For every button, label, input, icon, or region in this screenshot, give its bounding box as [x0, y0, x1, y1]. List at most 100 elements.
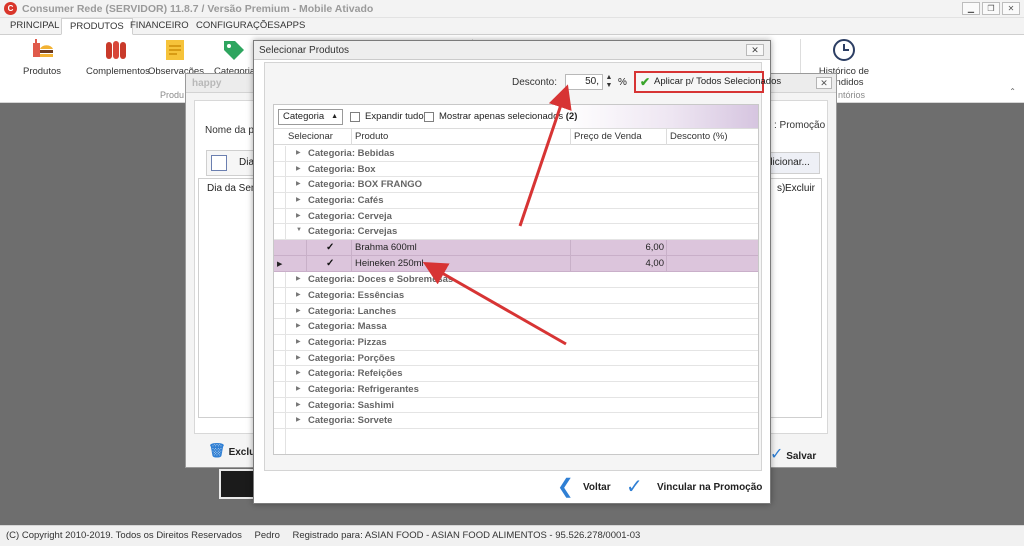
selected-count: (2) [565, 111, 578, 122]
show-selected-text: Mostrar apenas selecionados [439, 111, 564, 122]
sticky-note-icon [162, 37, 188, 63]
expand-icon[interactable]: ▶ [296, 354, 301, 361]
group-row[interactable]: ▶ Categoria: Porções [274, 351, 758, 367]
product-price: 6,00 [645, 242, 665, 254]
column-divider [570, 129, 571, 145]
group-row[interactable]: ▶ Categoria: Refrigerantes [274, 382, 758, 398]
link-promotion-label: Vincular na Promoção [657, 482, 763, 493]
tab-principal[interactable]: PRINCIPAL [2, 18, 67, 35]
discount-spinner[interactable]: ▲ ▼ [603, 74, 615, 90]
expand-all-label: Expandir tudo [365, 111, 424, 122]
group-row[interactable]: ▶ Categoria: Refeições [274, 366, 758, 382]
delete-button-label: Exclu [228, 447, 256, 458]
group-row[interactable]: ▶ Categoria: Lanches [274, 304, 758, 320]
expand-icon[interactable]: ▶ [296, 307, 301, 314]
ribbon-produtos-label: Produtos [22, 66, 62, 77]
group-row[interactable]: ▶ Categoria: Bebidas [274, 146, 758, 162]
background-window-close-button[interactable]: ✕ [816, 77, 832, 89]
col-selecionar[interactable]: Selecionar [288, 131, 333, 142]
ribbon-observacoes-button[interactable]: Observações [148, 37, 204, 77]
discount-input[interactable]: 50, [565, 74, 603, 90]
dialog-title: Selecionar Produtos [254, 41, 770, 60]
cell-divider [570, 240, 571, 257]
group-label: Categoria: Bebidas [308, 148, 395, 159]
group-label: Categoria: Porções [308, 352, 396, 364]
grid-toolbar: Categoria ▲ Expandir tudo Mostrar apenas… [274, 105, 758, 129]
group-row[interactable]: ▶ Categoria: Essências [274, 288, 758, 304]
ribbon-collapse-icon[interactable]: ⌃ [1009, 87, 1016, 96]
group-row[interactable]: ▶ Categoria: Sorvete [274, 413, 758, 429]
show-selected-checkbox[interactable] [424, 112, 434, 122]
group-row[interactable]: ▶ Categoria: BOX FRANGO [274, 177, 758, 194]
col-produto[interactable]: Produto [355, 131, 388, 142]
back-button[interactable]: ❮ Voltar [557, 477, 617, 499]
close-button[interactable]: ✕ [1002, 2, 1020, 15]
tab-financeiro[interactable]: FINANCEIRO [122, 18, 197, 35]
select-checkbox[interactable]: ✓ [326, 243, 336, 253]
group-row[interactable]: ▶ Categoria: Doces e Sobremesas [274, 272, 758, 288]
expand-icon[interactable]: ▶ [296, 416, 301, 423]
back-button-label: Voltar [583, 482, 611, 493]
dialog-close-button[interactable]: ✕ [746, 44, 764, 56]
expand-icon[interactable]: ▶ [296, 322, 301, 329]
product-row[interactable]: ▶ ✓ Heineken 250ml 4,00 [274, 256, 758, 273]
group-by-select[interactable]: Categoria ▲ [278, 109, 343, 125]
check-icon: ✔ [640, 75, 651, 89]
ribbon-produtos-button[interactable]: Produtos [20, 37, 64, 77]
group-label: Categoria: Doces e Sobremesas [308, 274, 454, 286]
expand-icon[interactable]: ▶ [296, 401, 301, 408]
delete-button[interactable]: 🗑 Exclu [208, 442, 255, 459]
group-row[interactable]: ▶ Categoria: Pizzas [274, 335, 758, 351]
burger-icon [29, 37, 55, 63]
select-checkbox[interactable]: ✓ [326, 259, 336, 269]
product-row[interactable]: ✓ Brahma 600ml 6,00 [274, 240, 758, 257]
group-label: Categoria: Box [308, 163, 376, 175]
calendar-icon [211, 155, 227, 171]
copyright-text: (C) Copyright 2010-2019. Todos os Direit… [6, 530, 242, 541]
expand-icon[interactable]: ▶ [296, 180, 301, 187]
chevron-left-icon: ❮ [557, 476, 574, 498]
expand-all-checkbox[interactable] [350, 112, 360, 122]
cell-divider [570, 256, 571, 273]
app-title: Consumer Rede (SERVIDOR) 11.8.7 / Versão… [22, 3, 374, 15]
col-preco[interactable]: Preço de Venda [574, 131, 642, 142]
expand-icon[interactable]: ▶ [296, 212, 301, 219]
group-row[interactable]: ▶ Categoria: Box [274, 162, 758, 178]
show-selected-label: Mostrar apenas selecionados (2) [439, 111, 577, 122]
product-name: Heineken 250ml [355, 258, 424, 270]
restore-button[interactable]: ❐ [982, 2, 1000, 15]
tab-apps[interactable]: APPS [272, 18, 313, 35]
expand-icon[interactable]: ▶ [296, 196, 301, 203]
status-bar: (C) Copyright 2010-2019. Todos os Direit… [0, 525, 1024, 546]
ribbon-categoria-button[interactable]: Categoria [214, 37, 255, 77]
user-text: Pedro [254, 530, 280, 541]
col-desconto[interactable]: Desconto (%) [670, 131, 728, 142]
minimize-button[interactable]: ▁ [962, 2, 980, 15]
expand-icon[interactable]: ▶ [296, 291, 301, 298]
group-row[interactable]: ▶ Categoria: Cerveja [274, 209, 758, 225]
save-button[interactable]: ✓ Salvar [770, 444, 816, 464]
collapse-icon[interactable]: ▼ [296, 227, 302, 233]
link-promotion-button[interactable]: ✓ Vincular na Promoção [626, 477, 766, 499]
product-name: Brahma 600ml [355, 242, 417, 254]
group-row-expanded[interactable]: ▼ Categoria: Cervejas [274, 224, 758, 241]
apply-button-label: Aplicar p/ Todos Selecionados [654, 76, 782, 87]
group-row[interactable]: ▶ Categoria: Cafés [274, 193, 758, 209]
days-button[interactable]: Dias [206, 150, 259, 176]
expand-icon[interactable]: ▶ [296, 165, 301, 172]
expand-icon[interactable]: ▶ [296, 275, 301, 282]
group-row[interactable]: ▶ Categoria: Sashimi [274, 398, 758, 414]
expand-icon[interactable]: ▶ [296, 385, 301, 392]
expand-icon[interactable]: ▶ [296, 369, 301, 376]
group-row[interactable]: ▶ Categoria: Massa [274, 319, 758, 335]
ribbon-complementos-button[interactable]: Complementos [86, 37, 150, 77]
expand-icon[interactable]: ▶ [296, 338, 301, 345]
group-label: Categoria: BOX FRANGO [308, 179, 423, 191]
save-button-label: Salvar [786, 451, 817, 462]
group-label: Categoria: Sashimi [308, 399, 395, 411]
group-label: Categoria: Lanches [308, 305, 397, 317]
ribbon-right-group-label: ntórios [838, 90, 866, 100]
expand-icon[interactable]: ▶ [296, 149, 301, 156]
apply-to-selected-button[interactable]: ✔ Aplicar p/ Todos Selecionados [634, 71, 781, 93]
grid-header: Selecionar Produto Preço de Venda Descon… [274, 129, 758, 145]
